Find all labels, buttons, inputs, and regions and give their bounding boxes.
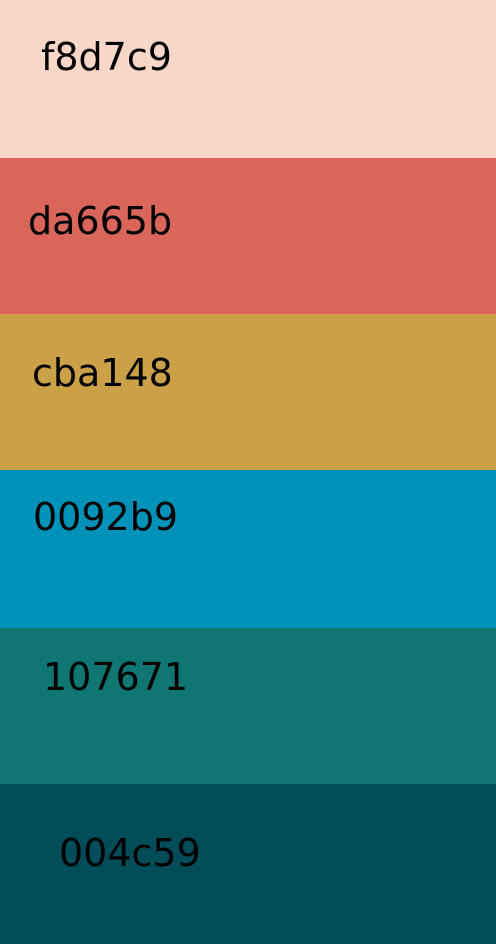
swatch-0092b9: 0092b9 — [0, 470, 496, 628]
swatch-107671: 107671 — [0, 628, 496, 784]
swatch-label: 107671 — [43, 655, 189, 699]
swatch-004c59: 004c59 — [0, 784, 496, 944]
swatch-label: 004c59 — [59, 831, 201, 875]
swatch-f8d7c9: f8d7c9 — [0, 0, 496, 158]
swatch-label: cba148 — [32, 351, 173, 395]
swatch-label: da665b — [28, 199, 173, 243]
swatch-label: f8d7c9 — [41, 35, 172, 79]
color-palette: f8d7c9 da665b cba148 0092b9 107671 004c5… — [0, 0, 496, 944]
swatch-label: 0092b9 — [33, 495, 179, 539]
swatch-da665b: da665b — [0, 158, 496, 314]
swatch-cba148: cba148 — [0, 314, 496, 470]
